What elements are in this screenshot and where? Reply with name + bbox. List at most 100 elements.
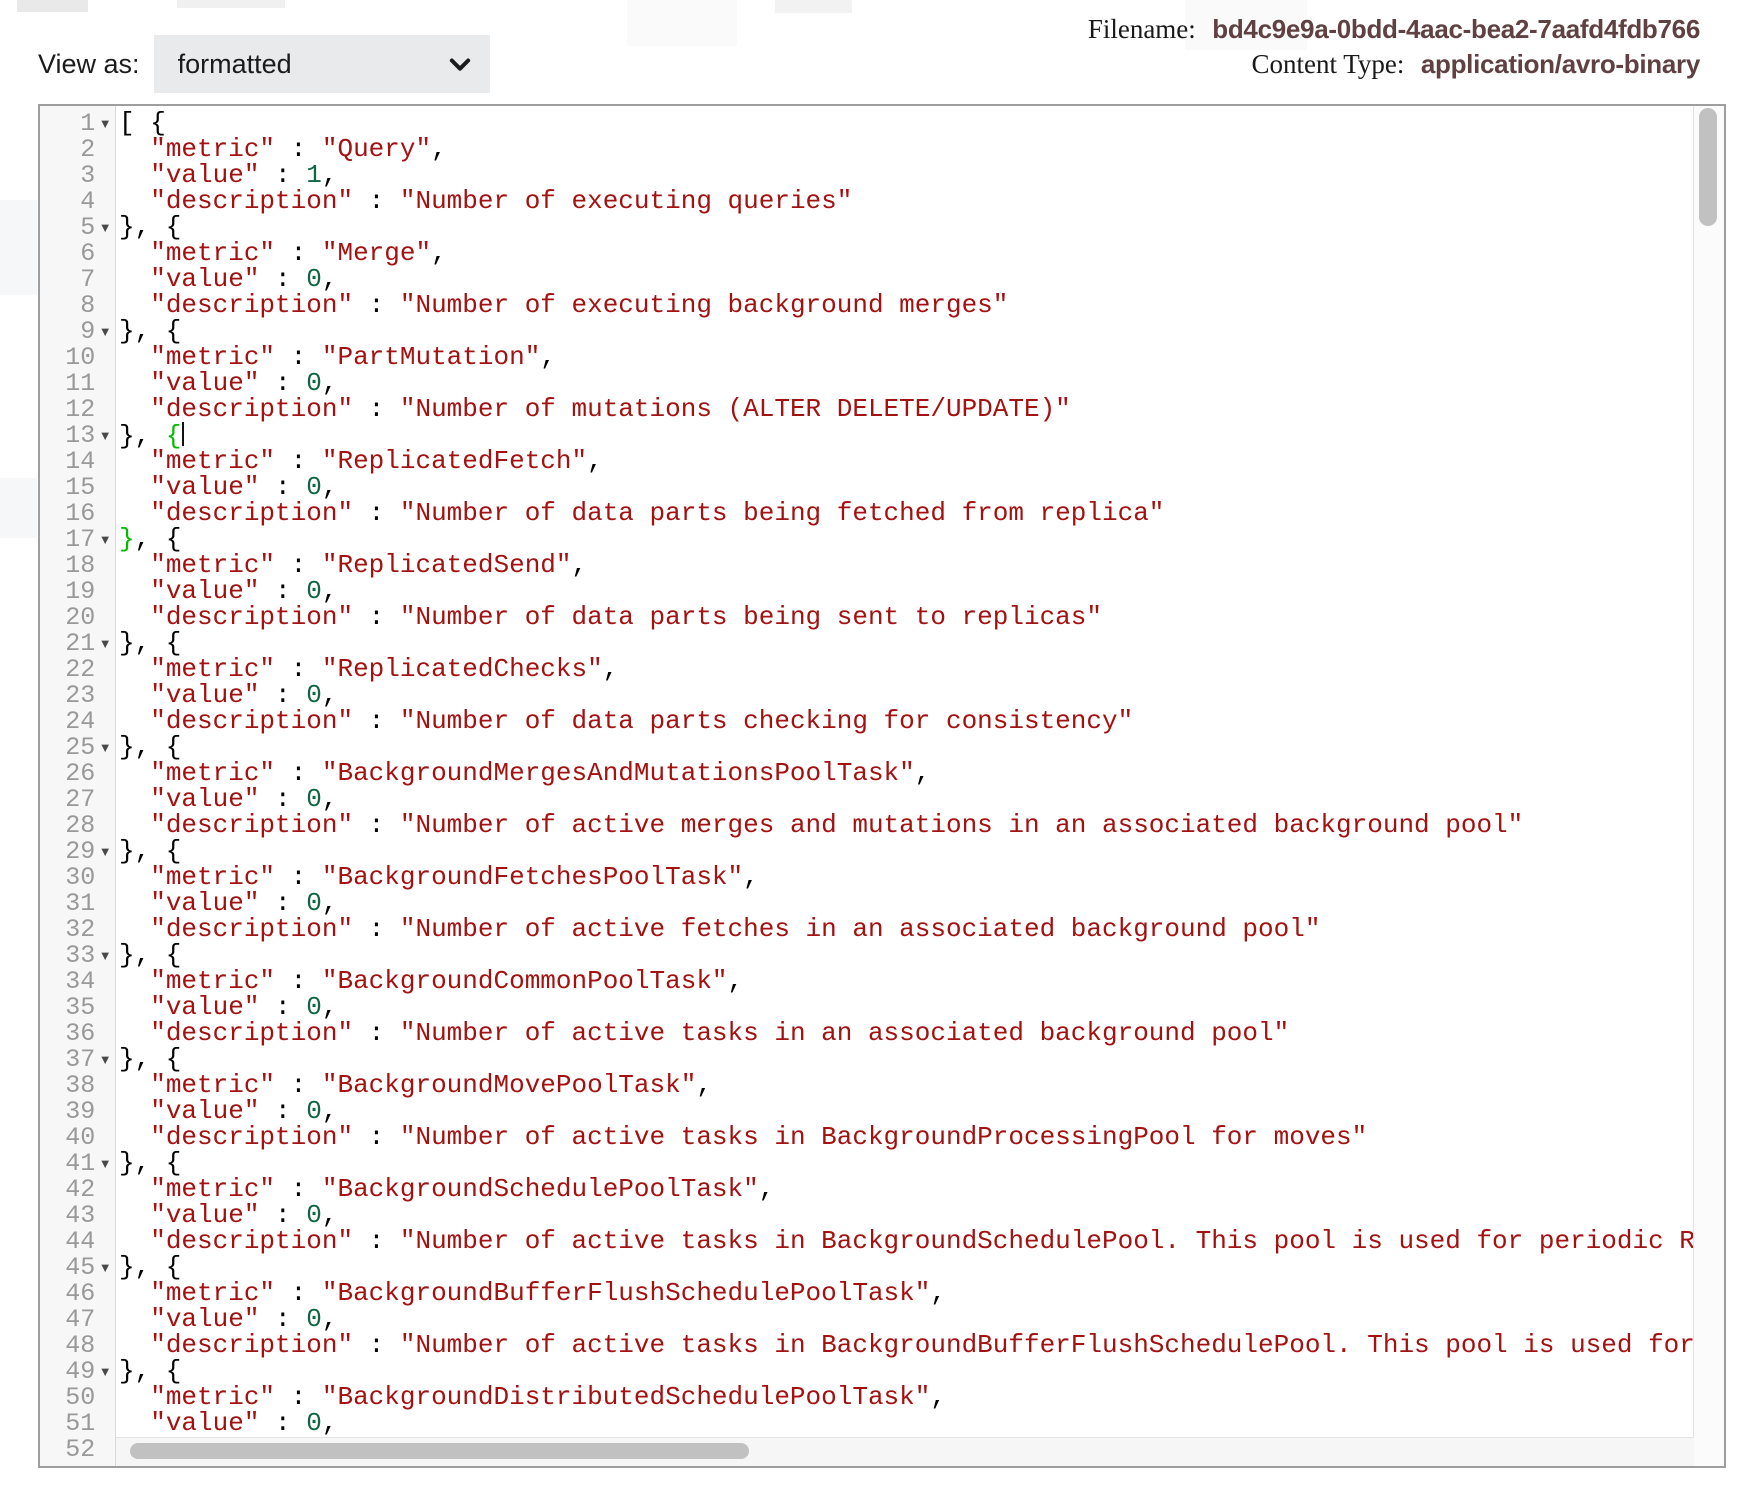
json-punctuation: ,: [431, 238, 447, 268]
fold-arrow-icon[interactable]: ▼: [95, 532, 115, 547]
bg-artifact: [0, 478, 37, 538]
message-meta: Filename: bd4c9e9a-0bdd-4aac-bea2-7aafd4…: [1088, 14, 1700, 84]
json-string: "ReplicatedFetch": [322, 446, 587, 476]
json-string: "Number of active tasks in BackgroundSch…: [400, 1226, 1693, 1256]
code-lines[interactable]: [ { "metric" : "Query", "value" : 1, "de…: [117, 106, 1693, 1437]
code-line: "value" : 0,: [119, 1306, 1693, 1332]
view-as-control: View as: formatted: [38, 35, 490, 93]
json-string: "Query": [322, 134, 431, 164]
json-punctuation: :: [353, 290, 400, 320]
code-line: "description" : "Number of data parts be…: [119, 604, 1693, 630]
json-string: "BackgroundMergesAndMutationsPoolTask": [322, 758, 915, 788]
line-number: 23: [40, 681, 95, 710]
line-number: 46: [40, 1279, 95, 1308]
json-string: "ReplicatedSend": [322, 550, 572, 580]
code-line: "metric" : "ReplicatedChecks",: [119, 656, 1693, 682]
json-string: "description": [150, 394, 353, 424]
line-number: 18: [40, 551, 95, 580]
line-number: 29: [40, 837, 95, 866]
json-editor[interactable]: 1▼2345▼6789▼10111213▼14151617▼18192021▼2…: [38, 104, 1726, 1468]
line-number: 12: [40, 395, 95, 424]
json-string: "Number of data parts being sent to repl…: [400, 602, 1102, 632]
fold-arrow-icon[interactable]: ▼: [95, 324, 115, 339]
code-line: "metric" : "BackgroundFetchesPoolTask",: [119, 864, 1693, 890]
line-number: 37: [40, 1045, 95, 1074]
fold-arrow-icon[interactable]: ▼: [95, 428, 115, 443]
line-number: 11: [40, 369, 95, 398]
code-line: }, {: [119, 1046, 1693, 1072]
line-number: 39: [40, 1097, 95, 1126]
json-string: "Number of executing background merges": [400, 290, 1009, 320]
v-scrollbar[interactable]: [1693, 106, 1724, 1466]
line-number: 3: [40, 161, 95, 190]
bg-artifact: [627, 0, 737, 46]
line-number: 27: [40, 785, 95, 814]
code-line: "metric" : "Merge",: [119, 240, 1693, 266]
fold-arrow-icon[interactable]: ▼: [95, 844, 115, 859]
code-line: "value" : 0,: [119, 370, 1693, 396]
line-number: 2: [40, 135, 95, 164]
code-line: "value" : 0,: [119, 266, 1693, 292]
fold-arrow-icon[interactable]: ▼: [95, 220, 115, 235]
content-type-value: application/avro-binary: [1421, 49, 1700, 79]
code-line: "description" : "Number of executing bac…: [119, 292, 1693, 318]
code-line: "metric" : "BackgroundDistributedSchedul…: [119, 1384, 1693, 1410]
json-punctuation: [119, 1408, 150, 1437]
json-punctuation: [119, 394, 150, 424]
code-line: }, {: [119, 942, 1693, 968]
code-line: "description" : "Number of active tasks …: [119, 1020, 1693, 1046]
json-string: "Number of active merges and mutations i…: [400, 810, 1523, 840]
code-line: "description" : "Number of active tasks …: [119, 1228, 1693, 1254]
json-string: "value": [150, 1408, 259, 1437]
line-number: 48: [40, 1331, 95, 1360]
fold-arrow-icon[interactable]: ▼: [95, 1052, 115, 1067]
line-number: 43: [40, 1201, 95, 1230]
line-number: 9: [40, 317, 95, 346]
json-punctuation: :: [353, 914, 400, 944]
code-line: }, {: [119, 1150, 1693, 1176]
code-line: "metric" : "ReplicatedSend",: [119, 552, 1693, 578]
code-line: "description" : "Number of mutations (AL…: [119, 396, 1693, 422]
line-number: 10: [40, 343, 95, 372]
code-line: }, {: [119, 734, 1693, 760]
line-number: 17: [40, 525, 95, 554]
json-punctuation: ,: [322, 1408, 338, 1437]
line-number: 49: [40, 1357, 95, 1386]
json-punctuation: :: [353, 1122, 400, 1152]
fold-arrow-icon[interactable]: ▼: [95, 740, 115, 755]
view-as-select[interactable]: formatted: [154, 35, 490, 93]
code-line: "value" : 0,: [119, 1410, 1693, 1436]
fold-arrow-icon[interactable]: ▼: [95, 1156, 115, 1171]
json-punctuation: :: [259, 1408, 306, 1437]
code-line: }, {: [119, 526, 1693, 552]
json-string: "Number of executing queries": [400, 186, 852, 216]
fold-arrow-icon[interactable]: ▼: [95, 948, 115, 963]
json-punctuation: ,: [696, 1070, 712, 1100]
fold-arrow-icon[interactable]: ▼: [95, 1260, 115, 1275]
line-number: 41: [40, 1149, 95, 1178]
json-punctuation: :: [353, 186, 400, 216]
h-scrollbar[interactable]: [116, 1437, 1694, 1466]
line-number: 16: [40, 499, 95, 528]
json-string: "ReplicatedChecks": [322, 654, 603, 684]
json-string: "Number of active tasks in an associated…: [400, 1018, 1289, 1048]
line-number: 19: [40, 577, 95, 606]
fold-arrow-icon[interactable]: ▼: [95, 1364, 115, 1379]
json-punctuation: :: [353, 1226, 400, 1256]
json-string: "Number of active tasks in BackgroundPro…: [400, 1122, 1367, 1152]
json-punctuation: ,: [930, 1382, 946, 1412]
fold-arrow-icon[interactable]: ▼: [95, 636, 115, 651]
json-punctuation: ,: [431, 134, 447, 164]
code-line: }, {: [119, 318, 1693, 344]
code-line: "metric" : "BackgroundSchedulePoolTask",: [119, 1176, 1693, 1202]
json-string: "BackgroundCommonPoolTask": [322, 966, 728, 996]
code-line: }, {: [119, 630, 1693, 656]
json-punctuation: :: [353, 1330, 400, 1360]
json-string: "BackgroundBufferFlushSchedulePoolTask": [322, 1278, 931, 1308]
h-scrollbar-thumb[interactable]: [130, 1443, 749, 1459]
code-line: }, {: [119, 214, 1693, 240]
fold-arrow-icon[interactable]: ▼: [95, 116, 115, 131]
code-line: "value" : 0,: [119, 1202, 1693, 1228]
json-punctuation: ,: [587, 446, 603, 476]
v-scrollbar-thumb[interactable]: [1699, 108, 1717, 226]
